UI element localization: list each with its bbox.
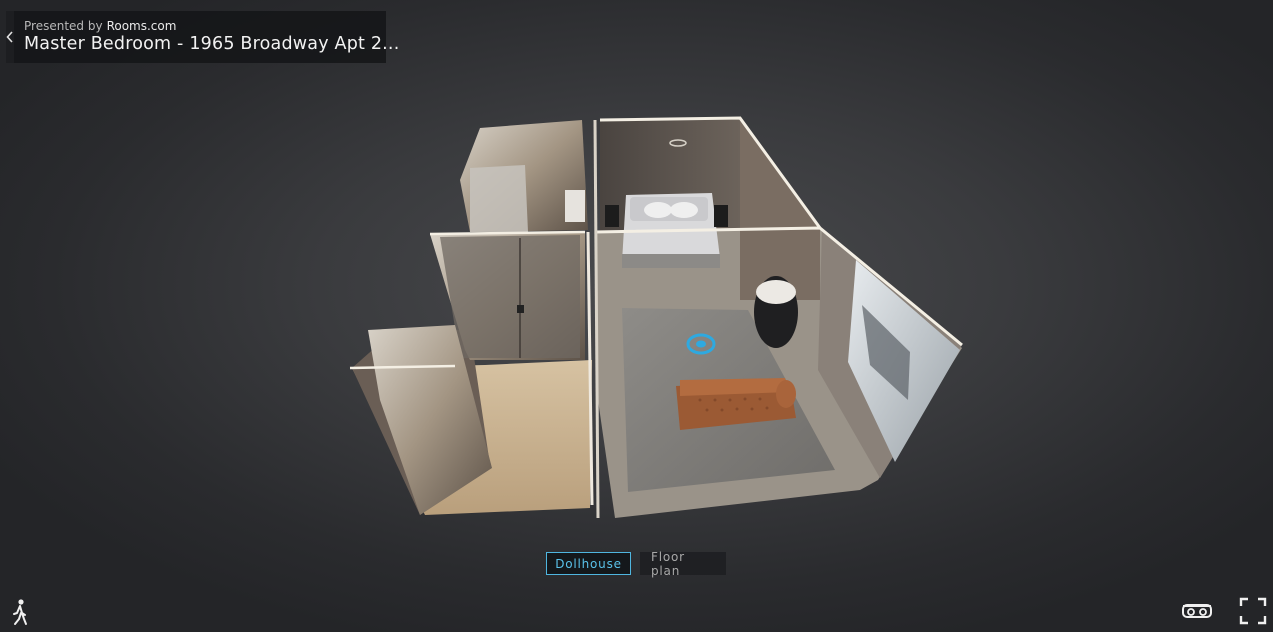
title-card: Presented by Rooms.com Master Bedroom - …: [6, 11, 399, 63]
dollhouse-model[interactable]: [0, 0, 1273, 632]
back-button[interactable]: [6, 11, 14, 63]
fullscreen-icon[interactable]: [1239, 597, 1267, 625]
floor-plan-mode-button[interactable]: Floor plan: [640, 550, 726, 578]
view-mode-toggle: Dollhouse Floor plan: [546, 550, 726, 578]
vr-goggles-icon[interactable]: [1182, 602, 1212, 620]
space-title: Master Bedroom - 1965 Broadway Apt 2...: [24, 34, 400, 55]
shower-glass: [470, 165, 528, 232]
chevron-left-icon: [6, 31, 13, 43]
closet-door: [440, 235, 580, 358]
title-text: Presented by Rooms.com Master Bedroom - …: [14, 20, 399, 54]
presented-by: Presented by Rooms.com: [24, 20, 399, 32]
walk-person-icon[interactable]: [10, 598, 30, 626]
presented-by-label: Presented by: [24, 19, 103, 34]
brand-link[interactable]: Rooms.com: [107, 20, 177, 32]
dollhouse-mode-button[interactable]: Dollhouse: [546, 552, 631, 575]
